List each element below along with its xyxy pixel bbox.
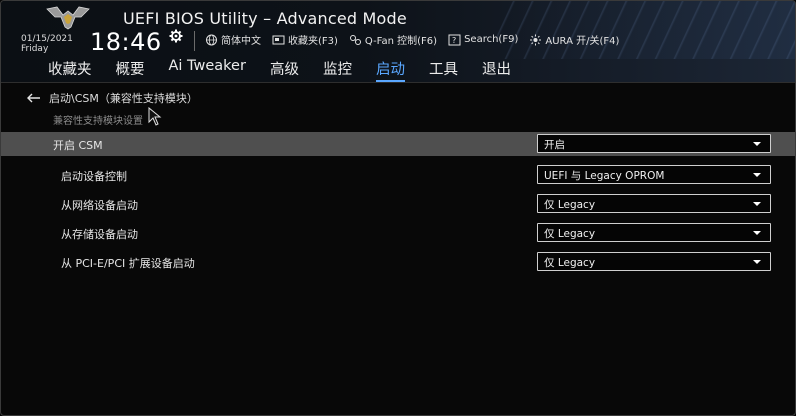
svg-text:?: ? [452, 36, 456, 45]
search-button[interactable]: ? Search(F9) [448, 32, 518, 47]
aura-button[interactable]: AURA 开/关(F4) [529, 32, 619, 47]
select-value: 开启 [544, 139, 565, 151]
setting-label: 启动设备控制 [61, 170, 127, 183]
select-value: 仅 Legacy [544, 228, 596, 240]
gear-icon[interactable] [169, 29, 183, 43]
header-bar: UEFI BIOS Utility – Advanced Mode 01/15/… [1, 1, 795, 83]
favorites-label: 收藏夹(F3) [288, 36, 338, 47]
chevron-down-icon [753, 202, 761, 206]
pcie-boot-select[interactable]: 仅 Legacy [537, 252, 771, 271]
app-title: UEFI BIOS Utility – Advanced Mode [123, 9, 407, 28]
breadcrumb-path: 启动\CSM（兼容性支持模块） [49, 92, 198, 105]
tab-advanced[interactable]: 高级 [270, 58, 299, 82]
setting-label: 从 PCI-E/PCI 扩展设备启动 [61, 257, 195, 270]
breadcrumb: 启动\CSM（兼容性支持模块） [27, 90, 198, 106]
select-value: UEFI 与 Legacy OPROM [544, 170, 665, 182]
search-label: Search(F9) [464, 34, 519, 45]
setting-label: 从网络设备启动 [61, 199, 138, 212]
favorites-button[interactable]: 收藏夹(F3) [272, 32, 338, 47]
search-icon: ? [448, 34, 461, 45]
favorites-icon [272, 35, 285, 44]
weekday-text: Friday [21, 44, 49, 54]
tab-tool[interactable]: 工具 [429, 58, 458, 82]
main-tabs: 收藏夹 概要 Ai Tweaker 高级 监控 启动 工具 退出 [48, 58, 535, 82]
toolbar: 简体中文 收藏夹(F3) Q-Fan 控制(F6) ? Search(F9) A… [205, 32, 619, 47]
qfan-label: Q-Fan 控制(F6) [364, 36, 438, 47]
boot-device-control-select[interactable]: UEFI 与 Legacy OPROM [537, 165, 771, 184]
language-label: 简体中文 [221, 36, 261, 47]
qfan-button[interactable]: Q-Fan 控制(F6) [349, 32, 437, 47]
tab-ai-tweaker[interactable]: Ai Tweaker [169, 58, 246, 82]
header-divider [194, 31, 195, 51]
select-value: 仅 Legacy [544, 257, 596, 269]
setting-row-network-boot[interactable]: 从网络设备启动 仅 Legacy [1, 192, 795, 216]
chevron-down-icon [753, 173, 761, 177]
chevron-down-icon [753, 260, 761, 264]
mouse-cursor-icon [148, 107, 162, 126]
tab-monitor[interactable]: 监控 [323, 58, 352, 82]
globe-icon [206, 34, 217, 45]
network-boot-select[interactable]: 仅 Legacy [537, 194, 771, 213]
fan-icon [349, 34, 361, 45]
section-description: 兼容性支持模块设置 [53, 116, 143, 127]
back-arrow-icon[interactable] [27, 93, 41, 103]
tab-main[interactable]: 概要 [116, 58, 145, 82]
setting-row-storage-boot[interactable]: 从存储设备启动 仅 Legacy [1, 221, 795, 245]
setting-row-boot-device-control[interactable]: 启动设备控制 UEFI 与 Legacy OPROM [1, 163, 795, 187]
chevron-down-icon [753, 142, 761, 146]
setting-row-pcie-boot[interactable]: 从 PCI-E/PCI 扩展设备启动 仅 Legacy [1, 250, 795, 274]
tuf-logo-icon [46, 6, 90, 30]
tab-favorites[interactable]: 收藏夹 [48, 58, 92, 82]
tab-boot[interactable]: 启动 [375, 58, 405, 82]
storage-boot-select[interactable]: 仅 Legacy [537, 223, 771, 242]
clock-time: 18:46 [90, 28, 162, 56]
language-button[interactable]: 简体中文 [205, 32, 261, 47]
date-text: 01/15/2021 [21, 34, 73, 44]
csm-select[interactable]: 开启 [537, 134, 771, 153]
date-display: 01/15/2021 Friday [21, 34, 73, 54]
setting-label: 从存储设备启动 [61, 228, 138, 241]
header-decoration [497, 1, 795, 59]
bios-window: UEFI BIOS Utility – Advanced Mode 01/15/… [0, 0, 796, 416]
aura-icon [530, 34, 542, 45]
tab-exit[interactable]: 退出 [482, 58, 511, 82]
chevron-down-icon [753, 231, 761, 235]
tab-divider [1, 82, 795, 83]
setting-label: 开启 CSM [53, 139, 103, 152]
setting-row-csm[interactable]: 开启 CSM 开启 [1, 132, 795, 156]
select-value: 仅 Legacy [544, 199, 596, 211]
aura-label: AURA 开/关(F4) [545, 36, 620, 47]
